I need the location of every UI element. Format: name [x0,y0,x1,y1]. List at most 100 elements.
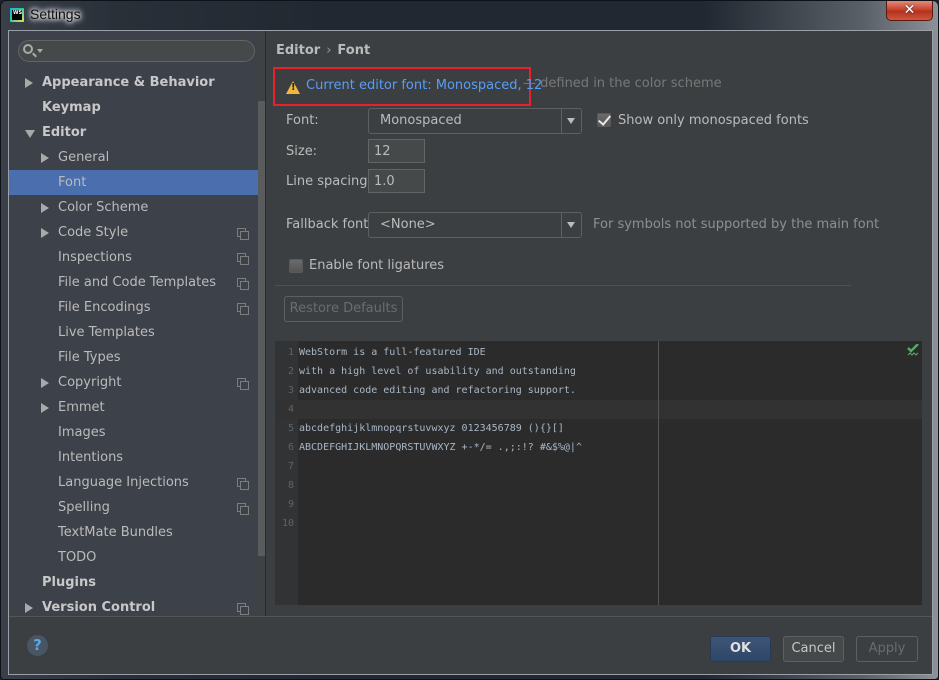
project-scope-copy-icon [237,253,249,265]
fallback-font-hint: For symbols not supported by the main fo… [593,217,880,232]
sidebar-item-label: Language Injections [58,475,189,490]
collapsed-arrow-icon[interactable] [41,228,49,238]
collapsed-arrow-icon[interactable] [41,203,49,213]
sidebar-item-code-style[interactable]: Code Style [9,220,258,245]
sidebar-item-label: File and Code Templates [58,275,216,290]
sidebar-item-label: Intentions [58,450,124,465]
sidebar-item-general[interactable]: General [9,145,258,170]
settings-search-box[interactable] [18,40,255,62]
editor-line: 1 WebStorm is a full-featured IDE [275,343,922,362]
breadcrumb-current: Font [337,43,371,58]
line-number: 2 [287,366,294,377]
sidebar-item-file-types[interactable]: File Types [9,345,258,370]
line-number: 9 [287,499,294,510]
sidebar-item-label: TODO [58,550,97,565]
chevron-down-icon[interactable] [561,213,581,237]
size-input[interactable] [368,139,425,163]
sidebar-item-label: Color Scheme [58,200,149,215]
chevron-down-icon[interactable] [561,109,581,133]
line-number: 7 [287,461,294,472]
notice-suffix-text: — defined in the color scheme [523,76,722,91]
breadcrumb-separator-icon: › [326,43,332,58]
sidebar-item-plugins[interactable]: Plugins [9,570,258,595]
sidebar-item-label: Appearance & Behavior [42,75,215,90]
sidebar-item-todo[interactable]: TODO [9,545,258,570]
current-font-notice-highlight: Current editor font: Monospaced, 12 [273,67,542,106]
code-text: abcdefghijklmnopqrstuvwxyz 0123456789 ()… [299,423,564,434]
line-number: 10 [281,518,294,529]
fallback-font-combobox[interactable]: <None> [368,212,582,238]
project-scope-copy-icon [237,278,249,290]
show-only-monospaced-checkbox[interactable] [597,113,611,127]
sidebar-item-label: Emmet [58,400,105,415]
code-text: with a high level of usability and outst… [299,366,576,377]
font-combobox[interactable]: Monospaced [368,108,582,134]
help-button[interactable]: ? [26,634,49,657]
line-spacing-input[interactable] [368,169,425,193]
show-only-monospaced-label[interactable]: Show only monospaced fonts [618,113,809,128]
sidebar-item-label: Code Style [58,225,129,240]
sidebar-item-intentions[interactable]: Intentions [9,445,258,470]
collapsed-arrow-icon[interactable] [25,603,33,613]
sidebar-item-label: Spelling [58,500,110,515]
collapsed-arrow-icon[interactable] [25,78,33,88]
footer-divider [9,616,932,617]
sidebar-item-appearance-behavior[interactable]: Appearance & Behavior [9,70,258,95]
collapsed-arrow-icon[interactable] [41,153,49,163]
search-icon[interactable] [23,44,33,54]
title-bar[interactable]: WS Settings ✕ [1,1,938,30]
sidebar-item-language-injections[interactable]: Language Injections [9,470,258,495]
collapsed-arrow-icon[interactable] [41,378,49,388]
sidebar-item-label: Font [58,175,87,190]
settings-tree: Appearance & Behavior Keymap Editor General… [9,70,258,620]
font-combobox-value: Monospaced [380,113,462,128]
sidebar-item-label: File Types [58,350,121,365]
sidebar-item-live-templates[interactable]: Live Templates [9,320,258,345]
enable-ligatures-label[interactable]: Enable font ligatures [309,258,444,273]
settings-search-input[interactable] [45,41,245,61]
ok-button[interactable]: OK [710,636,771,662]
inspection-ok-icon[interactable] [907,344,919,356]
editor-line: 2 with a high level of usability and outs… [275,362,922,381]
expanded-arrow-icon[interactable] [25,130,35,138]
sidebar-item-spelling[interactable]: Spelling [9,495,258,520]
search-history-dropdown-icon[interactable] [37,49,43,53]
sidebar-scrollbar-thumb[interactable] [258,101,265,556]
sidebar-item-editor[interactable]: Editor [9,120,258,145]
collapsed-arrow-icon[interactable] [41,403,49,413]
breadcrumb-parent: Editor [276,43,321,58]
sidebar-item-file-encodings[interactable]: File Encodings [9,295,258,320]
cancel-button[interactable]: Cancel [783,636,844,662]
sidebar-item-file-and-code-templates[interactable]: File and Code Templates [9,270,258,295]
sidebar-item-color-scheme[interactable]: Color Scheme [9,195,258,220]
code-text: advanced code editing and refactoring su… [299,385,576,396]
sidebar-item-font[interactable]: Font [9,170,258,195]
right-margin-guide [658,341,659,605]
line-number: 8 [287,480,294,491]
sidebar-item-images[interactable]: Images [9,420,258,445]
section-divider [275,285,851,286]
font-preview-editor[interactable]: 1 WebStorm is a full-featured IDE 2 with a … [275,341,922,605]
sidebar-item-label: File Encodings [58,300,151,315]
settings-sidebar: Appearance & Behavior Keymap Editor General… [9,31,266,616]
close-icon: ✕ [903,2,916,18]
sidebar-item-copyright[interactable]: Copyright [9,370,258,395]
current-editor-font-link[interactable]: Current editor font: Monospaced, 12 [306,78,542,93]
code-text: ABCDEFGHIJKLMNOPQRSTUVWXYZ +-*/= .,;:!? … [299,442,582,453]
sidebar-item-inspections[interactable]: Inspections [9,245,258,270]
project-scope-copy-icon [237,603,249,615]
sidebar-item-label: Live Templates [58,325,155,340]
sidebar-item-textmate-bundles[interactable]: TextMate Bundles [9,520,258,545]
line-number: 6 [287,442,294,453]
sidebar-scrollbar[interactable] [258,31,265,616]
editor-line: 10 [275,514,922,533]
settings-window: WS Settings ✕ Appearance & Behavior Keyma… [0,0,939,680]
sidebar-item-label: TextMate Bundles [58,525,173,540]
sidebar-item-keymap[interactable]: Keymap [9,95,258,120]
restore-defaults-button[interactable]: Restore Defaults [284,296,403,322]
close-window-button[interactable]: ✕ [886,1,933,21]
fallback-font-label: Fallback font: [286,217,373,232]
apply-button[interactable]: Apply [856,636,918,662]
enable-ligatures-checkbox[interactable] [289,259,303,273]
sidebar-item-emmet[interactable]: Emmet [9,395,258,420]
